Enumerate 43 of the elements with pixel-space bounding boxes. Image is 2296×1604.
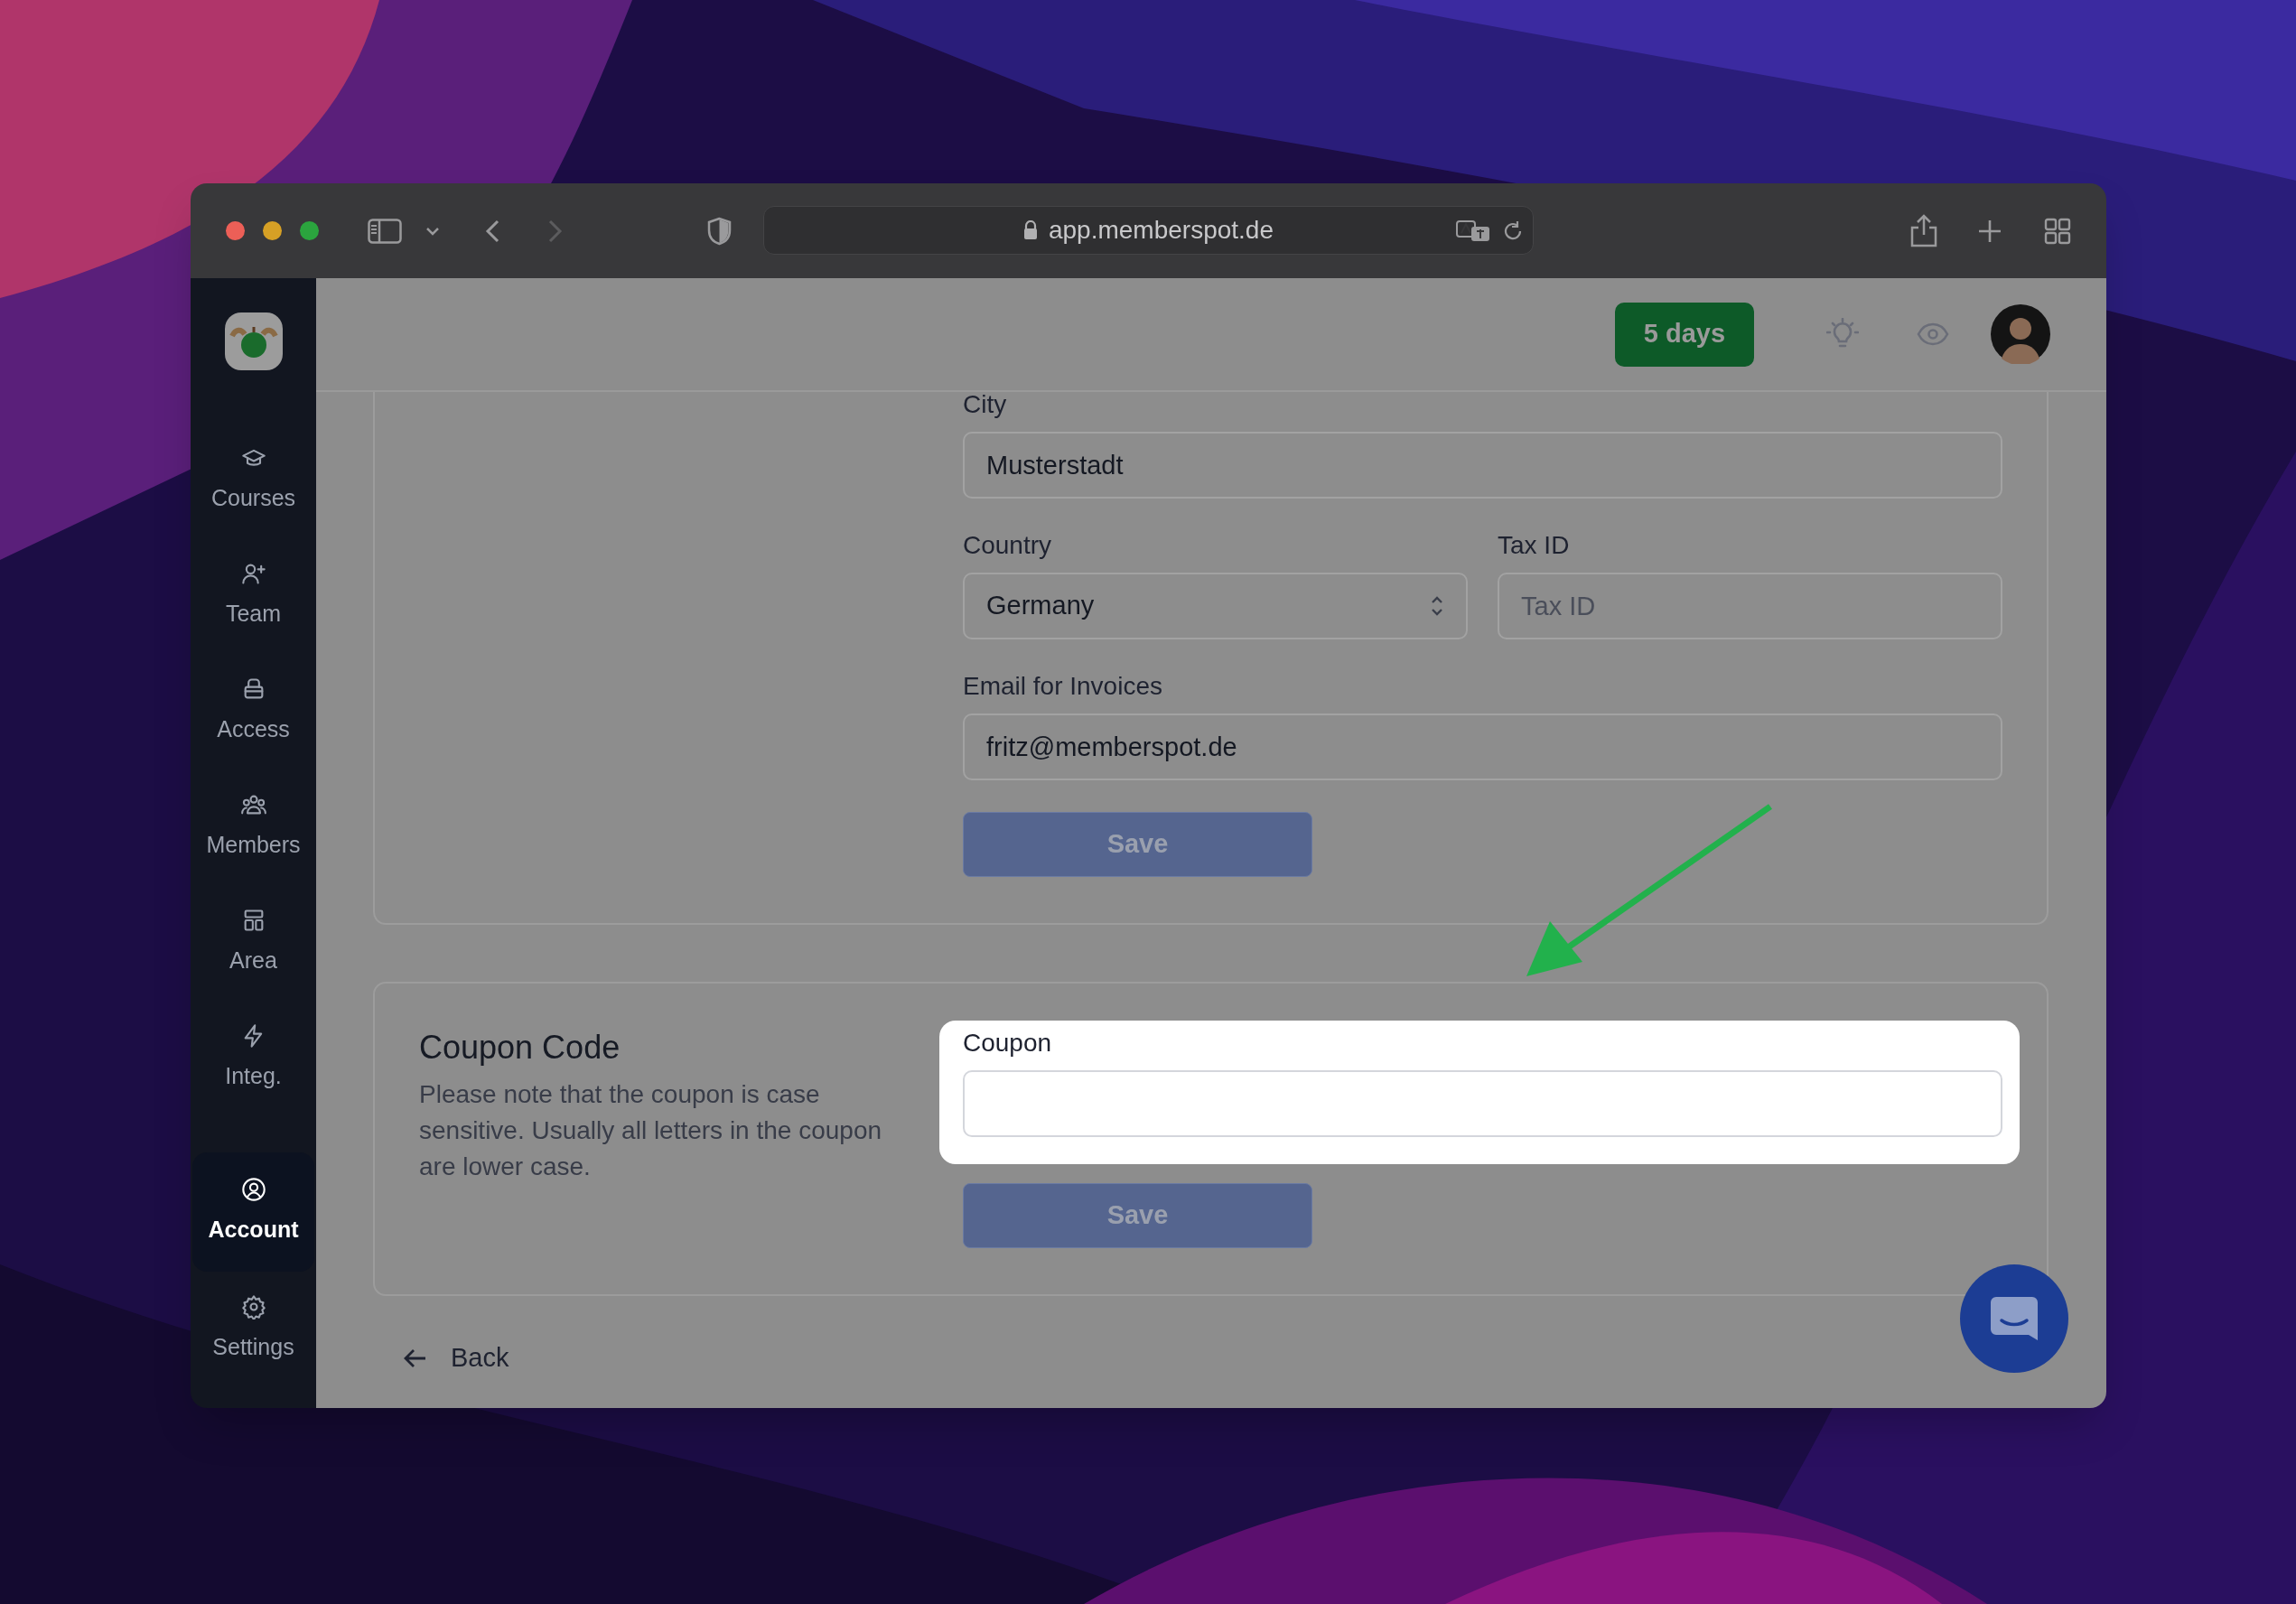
input-field[interactable]: Tax ID — [1498, 573, 2002, 639]
arrow-left-icon — [404, 1348, 427, 1368]
input-field[interactable] — [963, 1070, 2002, 1137]
zoom-window-button[interactable] — [300, 221, 319, 240]
minimize-window-button[interactable] — [263, 221, 282, 240]
field-label: Email for Invoices — [963, 674, 1163, 699]
input-field[interactable]: fritz@memberspot.de — [963, 713, 2002, 780]
share-icon[interactable] — [1909, 213, 1938, 247]
user-circle-icon — [240, 1177, 266, 1203]
sidebar-item[interactable]: Integ. — [192, 1001, 314, 1116]
sidebar-item[interactable]: Settings — [192, 1272, 314, 1387]
field-label: Country — [963, 533, 1053, 558]
translate-icon[interactable] — [1455, 219, 1491, 243]
field-label: Tax ID — [1498, 533, 1571, 558]
avatar[interactable] — [1991, 304, 2050, 364]
close-window-button[interactable] — [226, 221, 245, 240]
section-title: Coupon Code — [419, 1028, 621, 1068]
field-label: Coupon — [963, 1030, 1053, 1056]
lock-icon — [1022, 220, 1038, 240]
sidebar-item[interactable]: Courses — [192, 423, 314, 538]
sidebar-item[interactable]: Account — [192, 1152, 314, 1272]
settings-icon — [240, 1294, 266, 1320]
sidebar-item[interactable]: Members — [192, 769, 314, 885]
back-icon[interactable] — [484, 219, 500, 243]
chevron-down-icon[interactable] — [425, 227, 440, 236]
sidebar-item[interactable]: Team — [192, 538, 314, 654]
tab-overview-icon[interactable] — [2044, 218, 2071, 245]
field-label: City — [963, 392, 1008, 417]
back-link[interactable]: Back — [404, 1338, 509, 1378]
address-bar[interactable]: app.memberspot.de — [763, 206, 1534, 255]
input-field[interactable]: Musterstadt — [963, 432, 2002, 499]
sidebar-item[interactable]: Access — [192, 654, 314, 769]
chat-icon — [1989, 1295, 2039, 1342]
shield-icon[interactable] — [707, 217, 732, 246]
new-tab-icon[interactable] — [1978, 219, 2002, 243]
up-down-chevron-icon — [1430, 594, 1444, 618]
section-description: Please note that the coupon is case sensitive. Usually all letters in the coupon are lower case. — [419, 1079, 883, 1182]
sidebar-item[interactable]: Area — [192, 885, 314, 1001]
logo-icon[interactable] — [224, 312, 283, 370]
sidebar-toggle-icon[interactable] — [368, 219, 402, 244]
url-text: app.memberspot.de — [1048, 215, 1274, 246]
country-select[interactable]: Germany — [963, 573, 1468, 639]
reload-icon[interactable] — [1502, 220, 1524, 242]
